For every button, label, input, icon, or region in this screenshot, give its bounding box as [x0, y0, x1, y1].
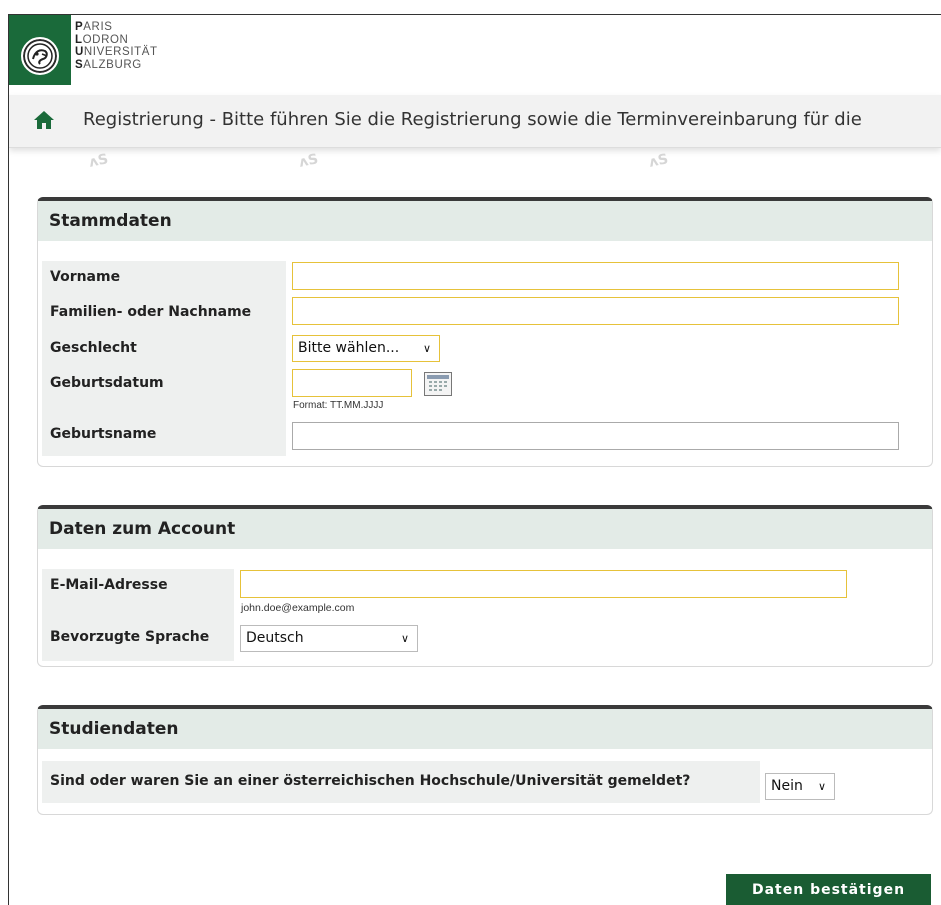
- top-bar: PARIS LODRON UNIVERSITÄT SALZBURG: [9, 15, 941, 95]
- hochschule-select[interactable]: Nein ∨: [765, 773, 835, 800]
- label-geburtsname: Geburtsname: [50, 426, 157, 442]
- sprache-select[interactable]: Deutsch ∨: [240, 625, 418, 652]
- label-sprache: Bevorzugte Sprache: [50, 629, 210, 645]
- label-column: E-Mail-Adresse Bevorzugte Sprache: [42, 569, 234, 661]
- chevron-down-icon: ∨: [400, 632, 409, 645]
- logo-line-salzburg: SALZBURG: [75, 58, 142, 71]
- page-title: Registrierung - Bitte führen Sie die Reg…: [83, 109, 862, 130]
- label-column: Vorname Familien- oder Nachname Geschlec…: [42, 261, 286, 456]
- section-stammdaten: Stammdaten Vorname Familien- oder Nachna…: [37, 197, 933, 467]
- watermark: ʌS: [297, 151, 320, 171]
- nachname-input[interactable]: [292, 297, 899, 325]
- label-column: Sind oder waren Sie an einer österreichi…: [42, 761, 760, 803]
- label-geschlecht: Geschlecht: [50, 340, 137, 356]
- university-name: PARIS LODRON UNIVERSITÄT SALZBURG: [75, 21, 158, 71]
- geburtsdatum-format-hint: Format: TT.MM.JJJJ: [293, 400, 384, 411]
- label-hochschule-question: Sind oder waren Sie an einer österreichi…: [50, 773, 691, 789]
- geburtsdatum-input[interactable]: [292, 369, 412, 397]
- geschlecht-select[interactable]: Bitte wählen... ∨: [292, 335, 440, 362]
- geburtsname-input[interactable]: [292, 422, 899, 450]
- submit-button[interactable]: Daten bestätigen: [726, 874, 931, 905]
- sprache-selected: Deutsch: [246, 630, 304, 646]
- logo-line-universitat: UNIVERSITÄT: [75, 46, 158, 58]
- email-placeholder-hint: john.doe@example.com: [241, 602, 355, 614]
- university-logo[interactable]: [9, 15, 71, 85]
- geschlecht-selected: Bitte wählen...: [298, 340, 400, 356]
- university-seal-icon: [21, 37, 59, 75]
- logo-line-lodron: LODRON: [75, 33, 129, 46]
- email-input[interactable]: [240, 570, 847, 598]
- section-studiendaten: Studiendaten Sind oder waren Sie an eine…: [37, 705, 933, 815]
- home-icon[interactable]: [33, 110, 55, 130]
- browser-frame: PARIS LODRON UNIVERSITÄT SALZBURG Regist…: [8, 14, 941, 905]
- chevron-down-icon: ∨: [817, 780, 826, 793]
- calendar-icon[interactable]: [424, 372, 452, 396]
- hochschule-selected: Nein: [771, 778, 803, 794]
- section-account: Daten zum Account E-Mail-Adresse Bevorzu…: [37, 505, 933, 667]
- label-geburtsdatum: Geburtsdatum: [50, 375, 164, 391]
- label-email: E-Mail-Adresse: [50, 577, 168, 593]
- vorname-input[interactable]: [292, 262, 899, 290]
- chevron-down-icon: ∨: [422, 342, 431, 355]
- label-nachname: Familien- oder Nachname: [50, 304, 252, 320]
- section-title: Daten zum Account: [38, 509, 932, 549]
- logo-line-paris: PARIS: [75, 21, 113, 33]
- watermark: ʌS: [87, 151, 110, 171]
- watermark: ʌS: [647, 151, 670, 171]
- title-bar: Registrierung - Bitte führen Sie die Reg…: [9, 95, 941, 148]
- section-title: Stammdaten: [38, 201, 932, 241]
- label-vorname: Vorname: [50, 269, 121, 285]
- section-title: Studiendaten: [38, 709, 932, 749]
